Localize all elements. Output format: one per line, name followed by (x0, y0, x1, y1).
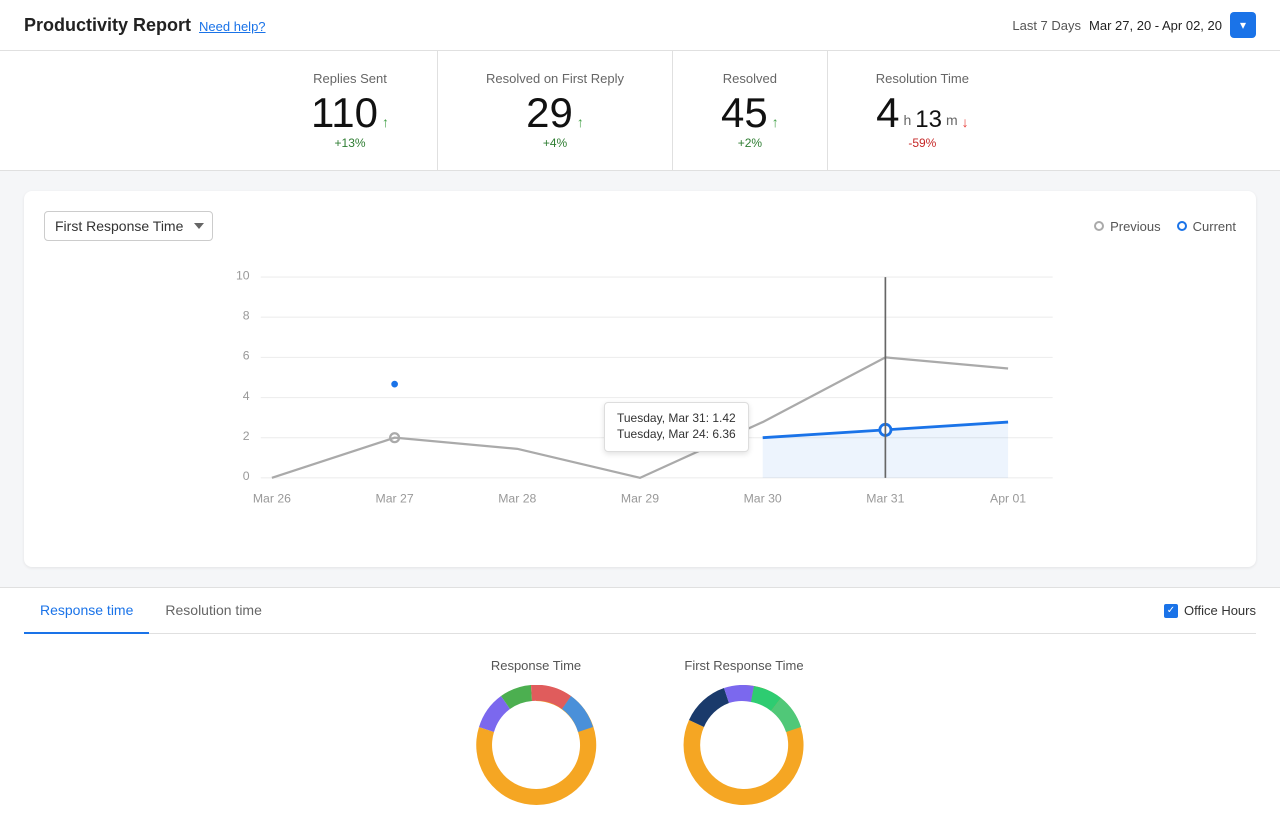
svg-text:Mar 30: Mar 30 (744, 491, 782, 505)
svg-text:6: 6 (243, 349, 250, 363)
svg-text:Mar 31: Mar 31 (866, 491, 904, 505)
donut-title-response: Response Time (456, 658, 616, 673)
stat-badge-first-reply: +4% (486, 136, 624, 150)
arrow-up-first-reply: ↑ (577, 114, 584, 130)
svg-text:Mar 29: Mar 29 (621, 491, 659, 505)
office-hours-label: Office Hours (1184, 603, 1256, 618)
legend-current: Current (1177, 219, 1236, 234)
tabs-header: Response time Resolution time ✓ Office H… (24, 588, 1256, 634)
stat-badge-resolution: -59% (876, 136, 969, 150)
legend-dot-previous (1094, 221, 1104, 231)
date-label: Last 7 Days (1012, 18, 1081, 33)
donut-svg-response (456, 685, 616, 805)
legend-label-current: Current (1193, 219, 1236, 234)
stat-badge-resolved: +2% (721, 136, 779, 150)
donut-response-time: Response Time (456, 658, 616, 805)
svg-text:Mar 26: Mar 26 (253, 491, 291, 505)
office-hours-control: ✓ Office Hours (1164, 589, 1256, 632)
svg-text:Apr 01: Apr 01 (990, 491, 1026, 505)
donut-first-response: First Response Time (664, 658, 824, 805)
stat-label-resolved: Resolved (721, 71, 779, 86)
stat-value-resolution2: 13 (915, 106, 942, 134)
chart-legend: Previous Current (1094, 219, 1236, 234)
tabs-section: Response time Resolution time ✓ Office H… (0, 587, 1280, 634)
stat-value-replies: 110 (311, 92, 378, 134)
tabs-list: Response time Resolution time (24, 588, 278, 633)
donut-title-first-response: First Response Time (664, 658, 824, 673)
stat-first-reply: Resolved on First Reply 29 ↑ +4% (438, 51, 673, 170)
stats-row: Replies Sent 110 ↑ +13% Resolved on Firs… (0, 51, 1280, 171)
svg-text:Mar 28: Mar 28 (498, 491, 536, 505)
tab-resolution-time[interactable]: Resolution time (149, 588, 278, 634)
office-hours-checkbox[interactable]: ✓ (1164, 604, 1178, 618)
date-range-area: Last 7 Days Mar 27, 20 - Apr 02, 20 ▾ (1012, 12, 1256, 38)
chart-metric-select[interactable]: First Response Time Response Time Resolu… (44, 211, 213, 241)
chart-svg: 10 8 6 4 2 0 (44, 257, 1236, 547)
stat-suffix-h: h (903, 112, 911, 128)
svg-text:0: 0 (243, 469, 250, 483)
arrow-up-resolved: ↑ (772, 114, 779, 130)
stat-suffix-m: m (946, 112, 958, 128)
svg-text:2: 2 (243, 429, 250, 443)
legend-dot-current (1177, 221, 1187, 231)
stat-resolution-time: Resolution Time 4 h 13 m ↓ -59% (828, 51, 1017, 170)
stat-value-first-reply: 29 (526, 92, 573, 134)
svg-text:10: 10 (236, 268, 250, 282)
chart-controls: First Response Time Response Time Resolu… (44, 211, 1236, 241)
svg-text:4: 4 (243, 389, 250, 403)
page-title: Productivity Report (24, 15, 191, 36)
svg-text:8: 8 (243, 308, 250, 322)
stat-badge-replies: +13% (311, 136, 389, 150)
stat-resolved: Resolved 45 ↑ +2% (673, 51, 828, 170)
stat-replies-sent: Replies Sent 110 ↑ +13% (263, 51, 438, 170)
tab-response-time[interactable]: Response time (24, 588, 149, 634)
stat-label-replies: Replies Sent (311, 71, 389, 86)
stat-label-resolution: Resolution Time (876, 71, 969, 86)
date-range-value: Mar 27, 20 - Apr 02, 20 (1089, 18, 1222, 33)
arrow-down-resolution: ↓ (962, 114, 969, 130)
date-dropdown-button[interactable]: ▾ (1230, 12, 1256, 38)
donut-svg-first-response (664, 685, 824, 805)
chart-section: First Response Time Response Time Resolu… (24, 191, 1256, 567)
arrow-up-replies: ↑ (382, 114, 389, 130)
donuts-row: Response Time First Res (0, 634, 1280, 829)
stat-value-resolved: 45 (721, 92, 768, 134)
svg-text:Mar 27: Mar 27 (376, 491, 414, 505)
header: Productivity Report Need help? Last 7 Da… (0, 0, 1280, 51)
legend-label-previous: Previous (1110, 219, 1161, 234)
stat-value-resolution: 4 (876, 92, 899, 134)
legend-previous: Previous (1094, 219, 1161, 234)
help-link[interactable]: Need help? (199, 19, 266, 34)
chart-container: 10 8 6 4 2 0 (44, 257, 1236, 547)
stat-label-first-reply: Resolved on First Reply (486, 71, 624, 86)
